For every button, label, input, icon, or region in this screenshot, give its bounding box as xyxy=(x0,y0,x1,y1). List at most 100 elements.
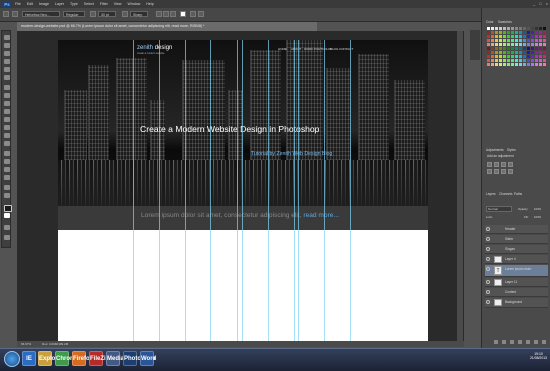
color-swatch[interactable] xyxy=(523,59,526,62)
color-swatch[interactable] xyxy=(539,31,542,34)
color-swatch[interactable] xyxy=(503,35,506,38)
color-swatch[interactable] xyxy=(503,27,506,30)
menu-file[interactable]: File xyxy=(15,2,21,6)
color-swatch[interactable] xyxy=(543,39,546,42)
zoom-level[interactable]: 66.67% xyxy=(21,342,31,346)
menu-type[interactable]: Type xyxy=(70,2,78,6)
color-swatch[interactable] xyxy=(527,55,530,58)
color-swatch[interactable] xyxy=(507,55,510,58)
color-swatch[interactable] xyxy=(515,31,518,34)
color-swatch[interactable] xyxy=(539,35,542,38)
color-swatch[interactable] xyxy=(515,59,518,62)
color-swatch[interactable] xyxy=(515,47,518,50)
tab-swatches[interactable]: Swatches xyxy=(498,20,512,24)
color-swatch[interactable] xyxy=(495,47,498,50)
color-swatch[interactable] xyxy=(487,47,490,50)
levels-icon[interactable] xyxy=(494,162,499,167)
color-swatch[interactable] xyxy=(507,47,510,50)
color-swatch[interactable] xyxy=(487,39,490,42)
color-swatch[interactable] xyxy=(535,63,538,66)
nav-home[interactable]: HOME xyxy=(278,47,287,51)
align-center-icon[interactable] xyxy=(163,11,169,17)
color-swatch[interactable] xyxy=(491,39,494,42)
color-swatch[interactable] xyxy=(539,63,542,66)
visibility-eye-icon[interactable] xyxy=(486,237,490,241)
color-swatch[interactable] xyxy=(511,39,514,42)
color-swatch[interactable] xyxy=(507,35,510,38)
color-balance-icon[interactable] xyxy=(501,169,506,174)
zoom-tool-icon[interactable] xyxy=(4,193,10,198)
visibility-eye-icon[interactable] xyxy=(486,227,490,231)
color-swatch[interactable] xyxy=(491,31,494,34)
color-swatch[interactable] xyxy=(515,35,518,38)
crop-tool-icon[interactable] xyxy=(4,67,10,72)
color-swatch[interactable] xyxy=(495,51,498,54)
layer-content[interactable]: Content xyxy=(485,288,548,297)
taskbar-chrome[interactable]: Chrome xyxy=(55,351,79,366)
color-swatch[interactable] xyxy=(499,59,502,62)
layer-slider[interactable]: Slider xyxy=(485,235,548,244)
color-swatch[interactable] xyxy=(503,31,506,34)
color-swatch[interactable] xyxy=(527,51,530,54)
color-swatch[interactable] xyxy=(531,51,534,54)
color-swatch[interactable] xyxy=(535,35,538,38)
visibility-eye-icon[interactable] xyxy=(486,300,490,304)
menu-select[interactable]: Select xyxy=(84,2,94,6)
color-swatch[interactable] xyxy=(495,43,498,46)
taskbar-photoshop[interactable]: Photoshop xyxy=(123,351,155,366)
quick-mask-icon[interactable] xyxy=(4,225,10,230)
color-swatch[interactable] xyxy=(507,31,510,34)
color-swatch[interactable] xyxy=(503,59,506,62)
color-swatch[interactable] xyxy=(535,27,538,30)
color-swatch[interactable] xyxy=(519,47,522,50)
color-swatch[interactable] xyxy=(543,43,546,46)
color-swatch[interactable] xyxy=(535,39,538,42)
color-swatch[interactable] xyxy=(487,59,490,62)
color-swatch[interactable] xyxy=(519,39,522,42)
new-fill-icon[interactable] xyxy=(518,340,522,344)
color-swatch[interactable] xyxy=(539,27,542,30)
new-group-icon[interactable] xyxy=(526,340,530,344)
color-swatch[interactable] xyxy=(487,31,490,34)
color-swatch[interactable] xyxy=(515,55,518,58)
color-swatch[interactable] xyxy=(527,59,530,62)
fill-value[interactable]: 100% xyxy=(534,215,541,219)
pen-tool-icon[interactable] xyxy=(4,151,10,156)
lasso-tool-icon[interactable] xyxy=(4,51,10,56)
layer-header[interactable]: Header xyxy=(485,225,548,234)
color-swatch[interactable] xyxy=(539,55,542,58)
read-more-link[interactable]: read more... xyxy=(303,212,339,219)
visibility-eye-icon[interactable] xyxy=(486,257,490,261)
color-swatch[interactable] xyxy=(527,39,530,42)
color-swatch[interactable] xyxy=(519,55,522,58)
color-swatch[interactable] xyxy=(487,27,490,30)
marquee-tool-icon[interactable] xyxy=(4,43,10,48)
color-swatch[interactable] xyxy=(491,59,494,62)
color-swatch[interactable] xyxy=(519,27,522,30)
color-swatch[interactable] xyxy=(519,51,522,54)
color-swatch[interactable] xyxy=(527,63,530,66)
tab-adjustments[interactable]: Adjustments xyxy=(486,148,504,152)
document-tab[interactable]: modern-design-website.psd @ 66.7% (Lorem… xyxy=(17,22,317,31)
new-layer-icon[interactable] xyxy=(534,340,538,344)
start-button[interactable] xyxy=(4,351,20,367)
layer-lorem-text[interactable]: T Lorem ipsum dolor xyxy=(485,265,548,277)
color-swatch[interactable] xyxy=(487,51,490,54)
color-swatch[interactable] xyxy=(523,35,526,38)
color-swatch[interactable] xyxy=(499,31,502,34)
color-swatch[interactable] xyxy=(543,47,546,50)
font-style-select[interactable]: Regular xyxy=(63,11,85,17)
text-color-swatch[interactable] xyxy=(180,11,186,17)
menu-view[interactable]: View xyxy=(114,2,122,6)
tab-color[interactable]: Color xyxy=(486,20,494,24)
visibility-eye-icon[interactable] xyxy=(486,267,490,271)
taskbar-ie[interactable]: IE xyxy=(22,351,36,366)
color-swatch[interactable] xyxy=(531,39,534,42)
text-orientation-icon[interactable] xyxy=(12,11,18,17)
color-swatch[interactable] xyxy=(499,47,502,50)
visibility-eye-icon[interactable] xyxy=(486,290,490,294)
color-swatch[interactable] xyxy=(539,39,542,42)
swatch-grid[interactable] xyxy=(487,27,547,67)
align-right-icon[interactable] xyxy=(170,11,176,17)
color-swatch[interactable] xyxy=(499,43,502,46)
